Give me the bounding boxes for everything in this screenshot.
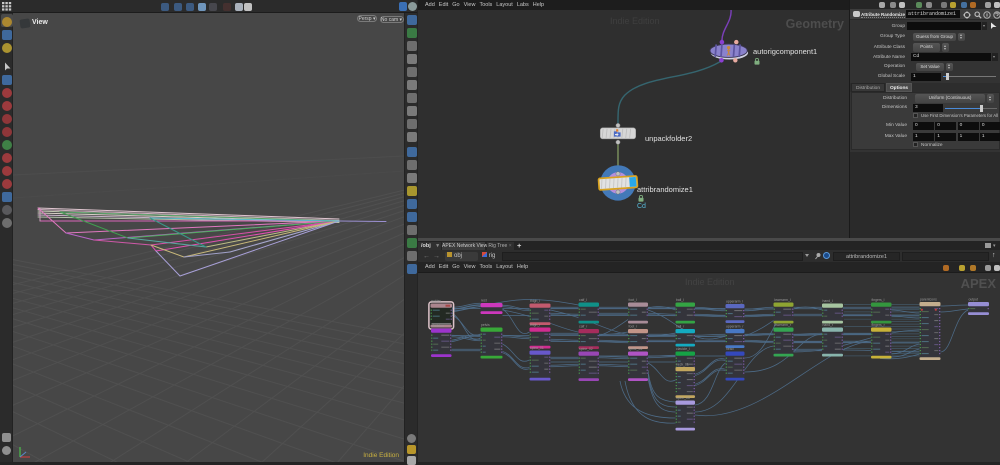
svg-text:fingers_r: fingers_r <box>872 323 886 327</box>
svg-text:guides: guides <box>431 299 441 303</box>
svg-text:neck_01: neck_01 <box>676 362 689 366</box>
svg-text:upperarm_l: upperarm_l <box>726 299 743 303</box>
svg-text:clavicle_l: clavicle_l <box>676 347 690 351</box>
svg-text:spine_05: spine_05 <box>676 396 690 400</box>
svg-text:ball_l: ball_l <box>676 298 684 302</box>
svg-text:parentcons: parentcons <box>920 297 937 301</box>
svg-text:calf_r: calf_r <box>579 324 588 328</box>
svg-text:hand_r: hand_r <box>823 323 834 327</box>
svg-text:spine_02: spine_02 <box>579 347 593 351</box>
svg-text:lowerarm_l: lowerarm_l <box>774 298 791 302</box>
svg-text:lowerarm_r: lowerarm_r <box>774 323 792 327</box>
svg-text:thigh_l: thigh_l <box>530 299 540 303</box>
svg-text:upperarm_r: upperarm_r <box>726 324 744 328</box>
svg-text:foot_l: foot_l <box>629 298 638 302</box>
svg-text:pelvis: pelvis <box>481 323 490 327</box>
svg-text:spine_03: spine_03 <box>629 347 643 351</box>
svg-text:head: head <box>726 347 734 351</box>
svg-text:ball_r: ball_r <box>676 324 685 328</box>
svg-text:foot_r: foot_r <box>629 324 639 328</box>
svg-text:rest: rest <box>481 298 487 302</box>
svg-text:hand_l: hand_l <box>823 299 833 303</box>
svg-text:output: output <box>969 297 978 301</box>
svg-text:skeleton: skeleton <box>432 324 445 328</box>
svg-text:spine_01: spine_01 <box>530 346 544 350</box>
svg-text:calf_l: calf_l <box>579 298 587 302</box>
svg-text:fingers_l: fingers_l <box>872 298 885 302</box>
svg-text:thigh_r: thigh_r <box>530 323 541 327</box>
